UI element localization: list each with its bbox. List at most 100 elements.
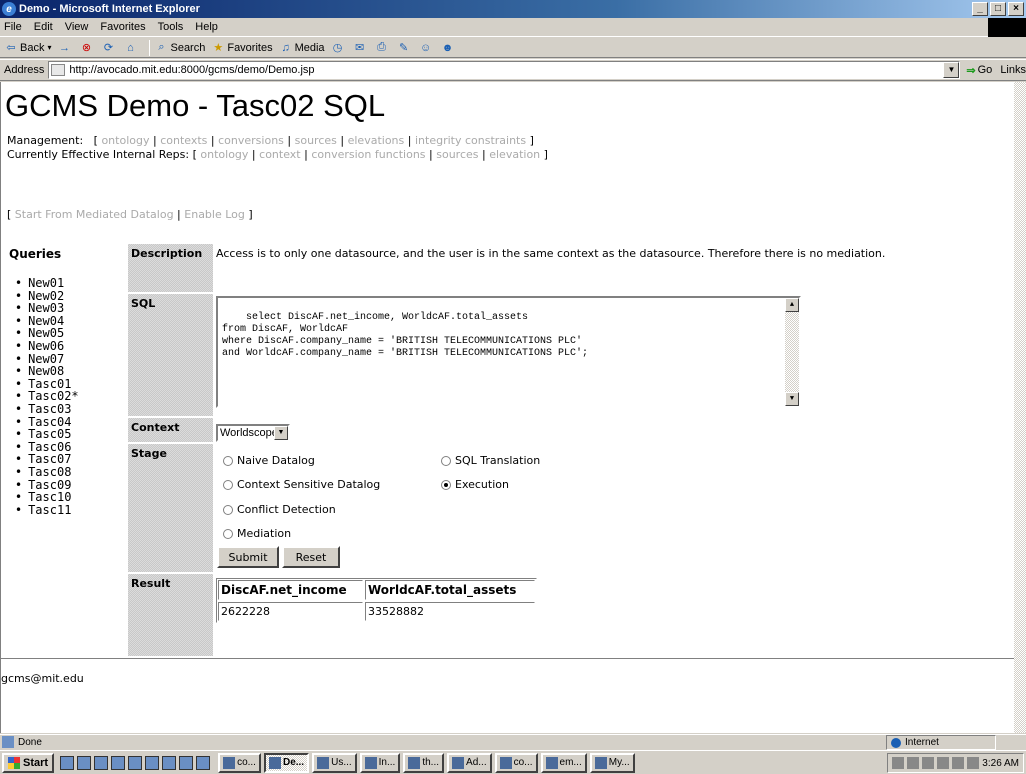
stage-radio-sql-translation[interactable]: SQL Translation (441, 454, 540, 467)
query-item[interactable]: New06 (15, 340, 79, 353)
page-scrollbar[interactable] (1014, 82, 1026, 733)
back-label: Back (20, 41, 45, 54)
go-button[interactable]: ⇒ Go (966, 64, 992, 77)
internal-reps-label: Currently Effective Internal Reps: (7, 148, 190, 161)
history-button[interactable]: ◷ (331, 41, 347, 55)
menu-help[interactable]: Help (195, 21, 218, 33)
quicklaunch-icon[interactable] (196, 755, 211, 770)
query-item[interactable]: Tasc08 (15, 466, 79, 479)
mgmt-link-sources[interactable]: sources (295, 134, 337, 147)
taskbar-button-active[interactable]: De... (263, 752, 310, 773)
rep-link-context[interactable]: context (259, 148, 300, 161)
history-icon: ◷ (332, 42, 343, 54)
tray-icon[interactable] (907, 757, 920, 769)
messenger-button[interactable]: ☻ (441, 41, 457, 55)
address-dropdown-icon[interactable]: ▼ (943, 62, 960, 78)
submit-button[interactable]: Submit (217, 546, 279, 568)
media-button[interactable]: ♫ Media (279, 41, 324, 55)
quicklaunch-ie-icon[interactable] (111, 755, 126, 770)
query-item[interactable]: Tasc05 (15, 428, 79, 441)
taskbar-button[interactable]: My... (589, 752, 635, 773)
taskbar-button[interactable]: em... (540, 752, 587, 773)
query-item[interactable]: Tasc10 (15, 491, 79, 504)
stop-button[interactable]: ⊗ (79, 41, 95, 55)
query-item[interactable]: Tasc11 (15, 504, 79, 517)
print-button[interactable]: ⎙ (375, 41, 391, 55)
query-item[interactable]: New03 (15, 302, 79, 315)
chevron-down-icon: ▾ (47, 43, 52, 52)
menu-view[interactable]: View (65, 21, 89, 33)
menu-edit[interactable]: Edit (34, 21, 53, 33)
discuss-button[interactable]: ☺ (419, 41, 435, 55)
table-header-row: DiscAF.net_income WorldcAF.total_assets (217, 579, 536, 601)
quicklaunch-icon[interactable] (145, 755, 160, 770)
edit-button[interactable]: ✎ (397, 41, 413, 55)
stage-radio-execution[interactable]: Execution (441, 478, 509, 491)
sql-scrollbar[interactable]: ▲ ▼ (785, 298, 799, 406)
tray-network-icon[interactable] (892, 757, 905, 769)
tray-icon[interactable] (952, 757, 965, 769)
minimize-button[interactable]: _ (972, 2, 988, 16)
address-input[interactable]: http://avocado.mit.edu:8000/gcms/demo/De… (48, 61, 961, 79)
rep-link-conversion-functions[interactable]: conversion functions (311, 148, 425, 161)
mgmt-link-elevations[interactable]: elevations (348, 134, 405, 147)
back-button[interactable]: ⇦ Back ▾ (4, 41, 51, 55)
radio-icon (441, 455, 451, 466)
tray-icon[interactable] (937, 757, 950, 769)
favorites-button[interactable]: ★ Favorites (211, 41, 272, 55)
tray-icon[interactable] (922, 757, 935, 769)
taskbar-button-label: th... (422, 757, 440, 768)
taskbar-button[interactable]: In... (359, 752, 401, 773)
scroll-down-icon[interactable]: ▼ (785, 392, 799, 406)
menu-tools[interactable]: Tools (158, 21, 184, 33)
query-item[interactable]: New01 (15, 277, 79, 290)
close-button[interactable]: × (1008, 2, 1024, 16)
context-label-cell: Context (128, 418, 213, 442)
quicklaunch-icon[interactable] (179, 755, 194, 770)
reset-button[interactable]: Reset (282, 546, 340, 568)
menu-favorites[interactable]: Favorites (100, 21, 145, 33)
maximize-button[interactable]: □ (990, 2, 1006, 16)
taskbar-button[interactable]: co... (218, 752, 261, 773)
taskbar-button[interactable]: co... (494, 752, 538, 773)
refresh-button[interactable]: ⟳ (101, 41, 117, 55)
taskbar-button[interactable]: Us... (312, 752, 357, 773)
query-item[interactable]: New08 (15, 365, 79, 378)
forward-button[interactable]: → (57, 41, 73, 55)
mail-button[interactable]: ✉ (353, 41, 369, 55)
quicklaunch-icon[interactable] (94, 755, 109, 770)
app-icon (499, 756, 512, 769)
sql-textarea[interactable]: select DiscAF.net_income, WorldcAF.total… (216, 296, 801, 408)
ie-icon (268, 756, 281, 769)
rep-link-sources[interactable]: sources (436, 148, 478, 161)
mgmt-link-conversions[interactable]: conversions (218, 134, 284, 147)
start-button[interactable]: Start (2, 752, 55, 773)
quicklaunch-icon[interactable] (162, 755, 177, 770)
query-item[interactable]: Tasc03 (15, 403, 79, 416)
quicklaunch-desktop-icon[interactable] (60, 755, 75, 770)
scroll-up-icon[interactable]: ▲ (785, 298, 799, 312)
security-zone: Internet (886, 735, 996, 750)
context-select[interactable]: Worldscope ▼ (216, 424, 290, 442)
rep-link-elevation[interactable]: elevation (489, 148, 540, 161)
menu-file[interactable]: File (4, 21, 22, 33)
links-button[interactable]: Links (1000, 64, 1026, 76)
home-button[interactable]: ⌂ (123, 41, 139, 55)
search-button[interactable]: ⌕ Search (154, 41, 205, 55)
tray-icon[interactable] (967, 757, 980, 769)
mgmt-link-contexts[interactable]: contexts (160, 134, 207, 147)
enable-log-link[interactable]: Enable Log (184, 208, 245, 221)
mgmt-link-integrity-constraints[interactable]: integrity constraints (415, 134, 526, 147)
taskbar-button-label: My... (608, 757, 630, 768)
stage-radio-context-sensitive[interactable]: Context Sensitive Datalog (223, 478, 380, 491)
stage-radio-naive[interactable]: Naive Datalog (223, 454, 315, 467)
quicklaunch-icon[interactable] (77, 755, 92, 770)
stage-radio-conflict[interactable]: Conflict Detection (223, 503, 336, 516)
taskbar-button[interactable]: Ad... (447, 752, 492, 773)
taskbar-button[interactable]: th... (403, 752, 445, 773)
quicklaunch-icon[interactable] (128, 755, 143, 770)
rep-link-ontology[interactable]: ontology (200, 148, 248, 161)
stage-radio-mediation[interactable]: Mediation (223, 527, 291, 540)
mgmt-link-ontology[interactable]: ontology (101, 134, 149, 147)
start-mediated-datalog-link[interactable]: Start From Mediated Datalog (15, 208, 174, 221)
